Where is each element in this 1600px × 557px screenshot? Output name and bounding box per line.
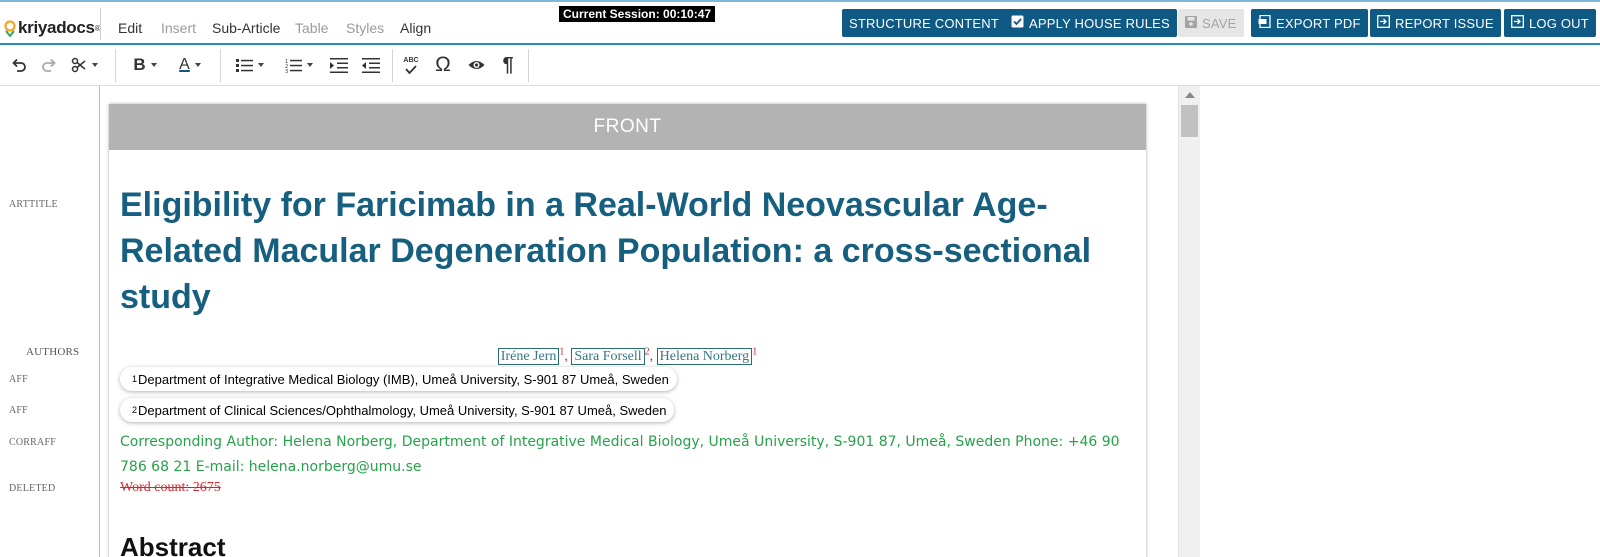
corresponding-author[interactable]: Corresponding Author: Helena Norberg, De… (120, 430, 1120, 480)
omega-icon[interactable]: Ω (432, 53, 454, 76)
menu-align[interactable]: Align (400, 20, 431, 36)
abstract-heading[interactable]: Abstract (120, 532, 225, 557)
undo-icon[interactable] (10, 54, 28, 76)
indent-icon[interactable] (328, 54, 350, 76)
gutter-label-aff: AFF (9, 405, 28, 416)
spellcheck-icon[interactable]: ABC (401, 54, 421, 76)
report-icon (1377, 15, 1390, 31)
affiliation-text: Department of Clinical Sciences/Ophthalm… (138, 402, 667, 418)
report-issue-label: REPORT ISSUE (1395, 15, 1494, 31)
pdf-icon (1258, 14, 1271, 31)
numbered-list-icon[interactable]: 123 (282, 54, 316, 76)
menu-insert[interactable]: Insert (161, 20, 196, 36)
logo-text: kriyadocs (18, 18, 95, 37)
affiliation-text: Department of Integrative Medical Biolog… (138, 371, 669, 387)
scroll-up-arrow-icon[interactable] (1185, 92, 1195, 98)
gutter-label-arttitle: ARTTITLE (9, 199, 58, 210)
menu-edit[interactable]: Edit (118, 20, 142, 36)
gutter-label-corraff: CORRAFF (9, 437, 56, 448)
toolbar-separator (392, 49, 393, 82)
cut-icon[interactable] (67, 54, 101, 76)
scrollbar-thumb[interactable] (1181, 105, 1198, 137)
font-color-dropdown-caret (194, 63, 201, 67)
pilcrow-glyph: ¶ (502, 53, 514, 76)
toolbar-separator (528, 49, 529, 82)
save-label: SAVE (1202, 15, 1237, 31)
svg-text:3: 3 (285, 69, 288, 73)
right-panel (1200, 86, 1600, 557)
style-gutter: ARTTITLE AUTHORS AFF AFF CORRAFF DELETED (0, 86, 100, 557)
outdent-icon[interactable] (360, 54, 382, 76)
toolbar-separator (220, 49, 221, 82)
eye-icon[interactable] (465, 54, 487, 76)
bold-icon[interactable]: B (128, 54, 162, 76)
font-color-glyph: A (179, 56, 190, 73)
log-out-label: LOG OUT (1529, 15, 1589, 31)
section-header-front: FRONT (109, 104, 1146, 150)
apply-house-rules-label: APPLY HOUSE RULES (1029, 15, 1170, 31)
export-pdf-button[interactable]: EXPORT PDF (1251, 9, 1368, 37)
affiliation-number: 2 (132, 405, 138, 415)
floppy-icon (1185, 15, 1197, 31)
author-name[interactable]: Helena Norberg (656, 348, 753, 365)
formatting-toolbar: B A 123 ABC Ω ¶ (0, 45, 1600, 86)
editor-app: kriyadocs ® Edit Insert Sub-Article Table… (0, 0, 1600, 557)
gutter-label-deleted: DELETED (9, 483, 56, 494)
font-color-icon[interactable]: A (173, 54, 207, 76)
deleted-text[interactable]: Word count: 2675 (120, 480, 221, 496)
affiliation-number: 1 (132, 374, 138, 384)
bold-dropdown-caret (150, 63, 157, 67)
author-aff-marker: 1 (752, 346, 758, 358)
affiliation-1[interactable]: 1 Department of Integrative Medical Biolo… (120, 367, 677, 391)
omega-glyph: Ω (435, 53, 451, 76)
affiliation-2[interactable]: 2 Department of Clinical Sciences/Ophthal… (120, 398, 675, 422)
cut-dropdown-caret (91, 63, 98, 67)
logo-pin-icon (4, 19, 16, 38)
spellcheck-glyph: ABC (403, 56, 419, 64)
checkbox-icon (1011, 15, 1024, 31)
toolbar-separator (115, 49, 116, 82)
gutter-label-authors: AUTHORS (26, 346, 80, 358)
menu-styles[interactable]: Styles (346, 20, 384, 36)
top-bar: kriyadocs ® Edit Insert Sub-Article Table… (0, 0, 1600, 45)
author-separator: , (649, 349, 657, 364)
numbered-list-dropdown-caret (307, 63, 313, 67)
redo-icon[interactable] (40, 54, 58, 76)
document-page[interactable]: FRONT Eligibility for Faricimab in a Rea… (109, 104, 1146, 557)
article-title[interactable]: Eligibility for Faricimab in a Real-Worl… (120, 182, 1130, 320)
save-button[interactable]: SAVE (1178, 9, 1244, 37)
kriyadocs-logo: kriyadocs ® (4, 16, 101, 40)
logo-divider (100, 8, 101, 40)
author-name[interactable]: Iréne Jern (497, 348, 560, 365)
logout-icon (1511, 15, 1524, 31)
editor-scrollbar[interactable] (1178, 86, 1200, 557)
export-pdf-label: EXPORT PDF (1276, 15, 1361, 31)
pilcrow-icon[interactable]: ¶ (497, 54, 519, 76)
author-name[interactable]: Sara Forsell (571, 348, 645, 365)
log-out-button[interactable]: LOG OUT (1504, 9, 1596, 37)
menu-table[interactable]: Table (295, 20, 328, 36)
bullet-list-icon[interactable] (233, 54, 267, 76)
structure-content-button[interactable]: STRUCTURE CONTENT (842, 9, 1007, 37)
apply-house-rules-button[interactable]: APPLY HOUSE RULES (1004, 9, 1177, 37)
gutter-label-aff: AFF (9, 374, 28, 385)
structure-content-label: STRUCTURE CONTENT (849, 15, 1000, 31)
bold-glyph: B (133, 55, 146, 74)
report-issue-button[interactable]: REPORT ISSUE (1370, 9, 1501, 37)
bullet-list-dropdown-caret (258, 63, 264, 67)
session-timer: Current Session: 00:10:47 (559, 6, 716, 22)
author-list: Iréne Jern 1, Sara Forsell 2, Helena Norbe… (109, 346, 1146, 365)
menu-sub-article[interactable]: Sub-Article (212, 20, 280, 36)
